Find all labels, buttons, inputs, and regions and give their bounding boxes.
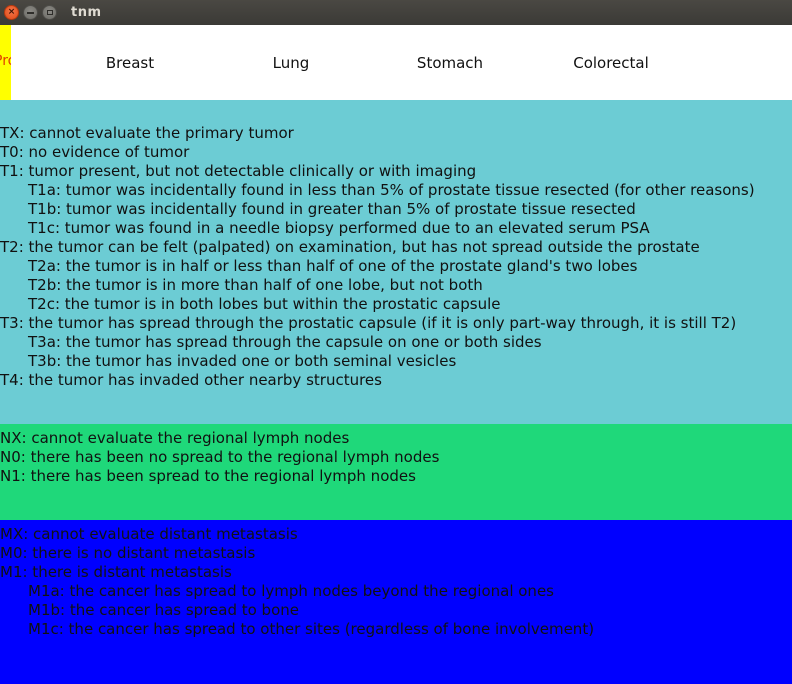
t-stage-subline: T1a: tumor was incidentally found in les… [28, 181, 755, 199]
minimize-icon[interactable] [23, 5, 38, 20]
cancer-type-tab-bar: Prostate Breast Lung Stomach Colorectal [0, 25, 792, 100]
t-stage-subline: T1c: tumor was found in a needle biopsy … [28, 219, 650, 237]
t-stage-panel: TX: cannot evaluate the primary tumor T0… [0, 100, 792, 424]
m-stage-subline: M1a: the cancer has spread to lymph node… [28, 582, 554, 600]
t-stage-subline: T2b: the tumor is in more than half of o… [28, 276, 483, 294]
n-stage-panel: NX: cannot evaluate the regional lymph n… [0, 424, 792, 520]
t-stage-line: T1: tumor present, but not detectable cl… [0, 162, 477, 180]
t-stage-line: T3: the tumor has spread through the pro… [0, 314, 737, 332]
t-stage-line: T2: the tumor can be felt (palpated) on … [0, 238, 700, 256]
t-stage-subline: T2c: the tumor is in both lobes but with… [28, 295, 501, 313]
t-stage-line: T0: no evidence of tumor [0, 143, 190, 161]
tab-breast[interactable]: Breast [90, 25, 170, 100]
window-title: tnm [71, 5, 102, 20]
tab-lung[interactable]: Lung [251, 25, 331, 100]
title-bar: × tnm [0, 0, 792, 25]
maximize-icon[interactable] [42, 5, 57, 20]
t-stage-subline: T3a: the tumor has spread through the ca… [28, 333, 542, 351]
tab-stomach[interactable]: Stomach [410, 25, 490, 100]
n-stage-line: NX: cannot evaluate the regional lymph n… [0, 429, 350, 447]
tab-colorectal[interactable]: Colorectal [566, 25, 656, 100]
m-stage-subline: M1c: the cancer has spread to other site… [28, 620, 595, 638]
close-icon[interactable]: × [4, 5, 19, 20]
tab-prostate[interactable]: Prostate [0, 25, 11, 100]
m-stage-line: MX: cannot evaluate distant metastasis [0, 525, 298, 543]
t-stage-line: T4: the tumor has invaded other nearby s… [0, 371, 382, 389]
m-stage-line: M1: there is distant metastasis [0, 563, 232, 581]
m-stage-line: M0: there is no distant metastasis [0, 544, 256, 562]
t-stage-subline: T3b: the tumor has invaded one or both s… [28, 352, 457, 370]
tab-prostate-label: Prostate [0, 53, 11, 69]
m-stage-subline: M1b: the cancer has spread to bone [28, 601, 299, 619]
n-stage-line: N1: there has been spread to the regiona… [0, 467, 416, 485]
m-stage-panel: MX: cannot evaluate distant metastasis M… [0, 520, 792, 684]
t-stage-line: TX: cannot evaluate the primary tumor [0, 124, 294, 142]
app-window: × tnm Prostate Breast Lung Stomach Color… [0, 0, 792, 684]
n-stage-line: N0: there has been no spread to the regi… [0, 448, 440, 466]
t-stage-subline: T2a: the tumor is in half or less than h… [28, 257, 638, 275]
t-stage-subline: T1b: tumor was incidentally found in gre… [28, 200, 636, 218]
